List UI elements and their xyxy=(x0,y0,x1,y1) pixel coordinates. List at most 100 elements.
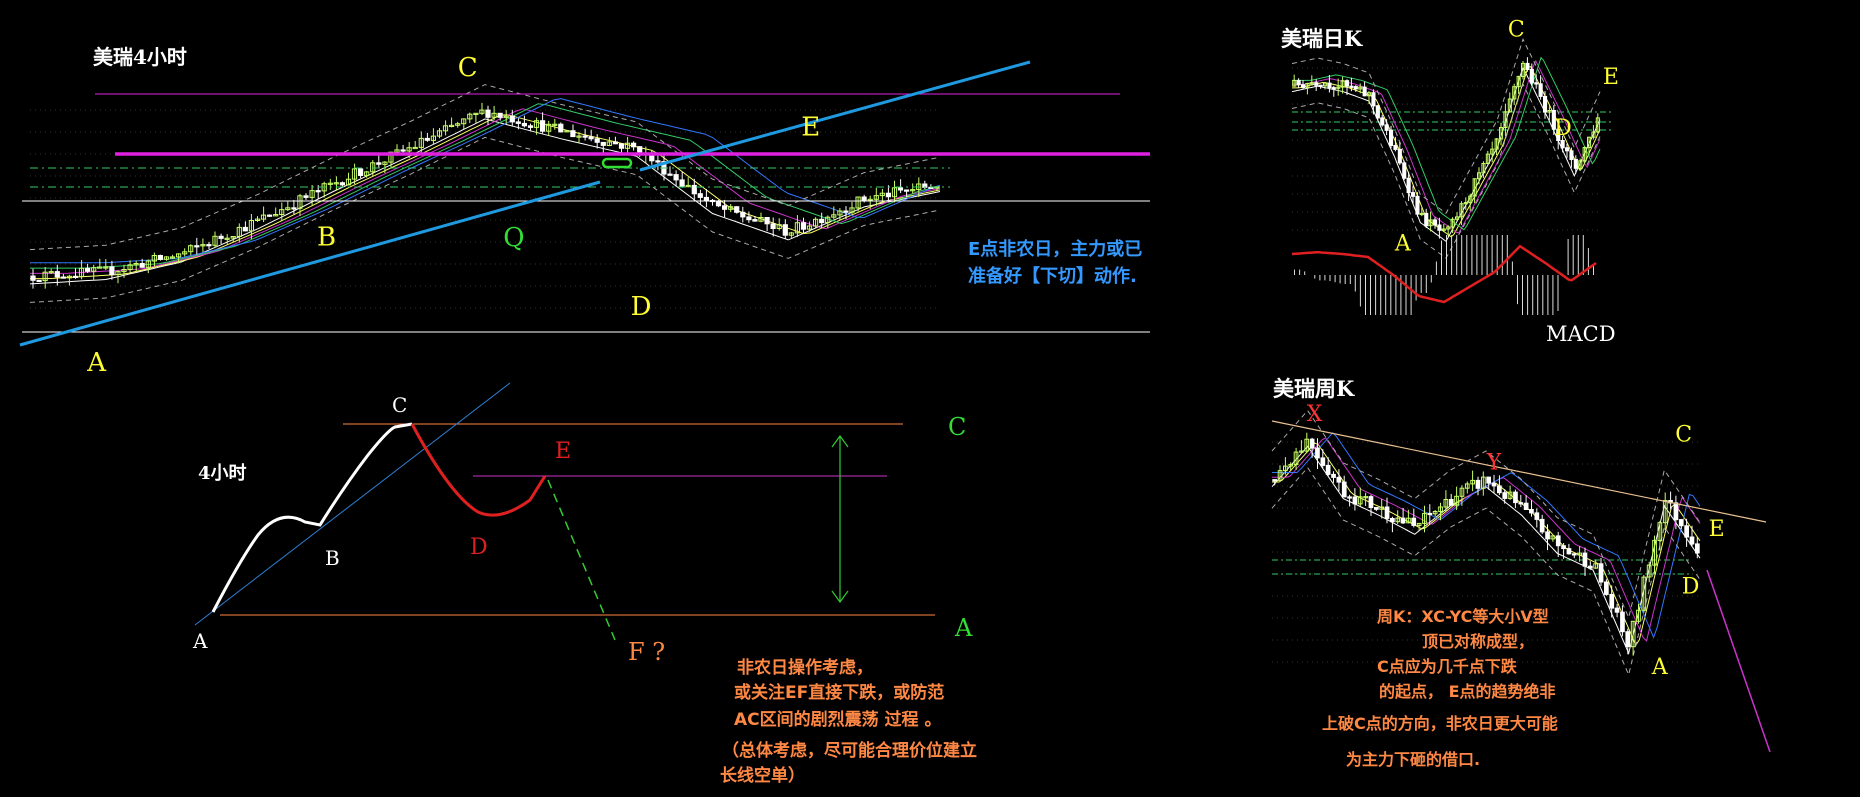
candle-body xyxy=(1393,145,1398,150)
candle-body xyxy=(206,244,212,247)
h4-chart-panel: 美瑞4小时 A B C Q D E E点非农日，主力或已 准备好【下切】动作. xyxy=(19,45,1150,378)
candle-body xyxy=(1545,531,1550,540)
candle-body xyxy=(157,255,164,260)
candle-body xyxy=(358,168,364,176)
candle-body xyxy=(1320,457,1326,466)
weekly-title: 美瑞周K xyxy=(1273,376,1355,401)
candle-body xyxy=(1448,499,1454,506)
schem-title: 4小时 xyxy=(198,463,247,484)
h4-point-labels: A B C Q D E xyxy=(86,53,820,378)
schem-note-line-1: 非农日操作考虑， xyxy=(737,657,873,678)
candle-body xyxy=(36,279,42,282)
candle-body xyxy=(1620,611,1625,633)
candle-body xyxy=(54,271,60,278)
daily-macd-label: MACD xyxy=(1546,322,1616,346)
candle-body xyxy=(1673,502,1679,521)
candle-body xyxy=(1539,518,1545,533)
h4-note-line-2: 准备好【下切】动作. xyxy=(968,265,1137,287)
candle-body xyxy=(1678,519,1684,527)
candle-body xyxy=(582,135,588,138)
candle-body xyxy=(1502,492,1508,499)
candle-body xyxy=(770,223,776,230)
candle-body xyxy=(1534,82,1539,85)
candle-body xyxy=(1384,124,1389,131)
candle-body xyxy=(1609,593,1615,609)
candle-body xyxy=(1565,147,1570,152)
candle-body xyxy=(1362,86,1367,97)
candle-body xyxy=(1347,496,1352,499)
candle-body xyxy=(515,121,521,124)
candle-body xyxy=(339,182,345,186)
point-label-a: A xyxy=(1394,232,1412,257)
schem-label-b: B xyxy=(325,546,340,570)
candle-body xyxy=(618,143,625,149)
point-label-a: A xyxy=(86,348,107,378)
candle-body xyxy=(1588,565,1593,569)
candle-body xyxy=(218,235,224,239)
candle-body xyxy=(1561,545,1566,550)
candle-body xyxy=(1497,485,1502,494)
candle-body xyxy=(424,137,430,141)
point-label-e: E xyxy=(1603,65,1619,90)
schem-level-label-c: C xyxy=(948,413,966,441)
candle-body xyxy=(1525,62,1530,71)
schem-note2-line-1: （总体考虑，尽可能合理价位建立 xyxy=(722,740,977,761)
candle-body xyxy=(1582,552,1588,567)
candle-body xyxy=(1523,502,1529,511)
candle-body xyxy=(764,217,770,225)
candle-body xyxy=(1368,496,1374,509)
candle-body xyxy=(734,206,740,213)
point-label-y: Y xyxy=(1486,451,1502,476)
candle-body xyxy=(1315,447,1320,459)
candle-body xyxy=(1406,177,1411,194)
candle-body xyxy=(1529,68,1534,84)
schem-path-cde xyxy=(410,423,547,517)
candle-body xyxy=(400,149,406,152)
candle-body xyxy=(109,266,115,275)
bollinger-band xyxy=(1271,409,1701,620)
daily-chart-panel: 美瑞日K A C D E MACD xyxy=(1281,18,1619,346)
candle-body xyxy=(1529,509,1534,514)
candle-body xyxy=(1538,83,1543,97)
candle-body xyxy=(1491,482,1497,487)
candle-body xyxy=(1684,525,1690,538)
candle-body xyxy=(752,219,758,222)
candle-body xyxy=(1371,92,1376,107)
candle-body xyxy=(1424,212,1429,227)
candle-body xyxy=(1689,536,1695,545)
daily-macd xyxy=(1291,235,1597,315)
candle-body xyxy=(1437,224,1442,231)
daily-moving-averages xyxy=(1291,37,1601,259)
candle-body xyxy=(1327,82,1332,89)
candle-body xyxy=(1272,479,1278,482)
candle-body xyxy=(1566,548,1572,555)
candle-body xyxy=(782,224,788,236)
point-label-a: A xyxy=(1651,655,1669,680)
candle-body xyxy=(1331,473,1336,478)
candle-body xyxy=(60,276,66,279)
h4-note-line-1: E点非农日，主力或已 xyxy=(968,238,1142,260)
candle-body xyxy=(673,174,679,181)
point-label-d: D xyxy=(631,292,652,322)
candle-body xyxy=(746,216,752,221)
candle-body xyxy=(1411,192,1416,197)
schematic-panel: 4小时 ABCDEF ? C A 非农日操作考虑， 或关注EF直接下跌，或防范 … xyxy=(192,382,977,786)
candle-body xyxy=(1374,507,1379,510)
schem-note-line-3: AC区间的剧烈震荡 过程 。 xyxy=(734,709,941,730)
candle-body xyxy=(509,115,515,123)
candle-body xyxy=(1345,80,1350,87)
candle-body xyxy=(1543,95,1548,113)
candle-body xyxy=(1625,631,1631,648)
candle-body xyxy=(655,160,661,163)
point-label-b: B xyxy=(317,223,336,253)
candle-body xyxy=(1341,481,1347,498)
h4-title: 美瑞4小时 xyxy=(93,45,187,69)
chart-canvas: 美瑞4小时 A B C Q D E E点非农日，主力或已 准备好【下切】动作. 4小时 A… xyxy=(19,18,1771,786)
candle-body xyxy=(1695,543,1700,554)
candle-body xyxy=(1318,84,1323,87)
weekly-projection-line xyxy=(1706,569,1771,753)
point-label-c: C xyxy=(1508,18,1525,43)
candle-body xyxy=(1349,85,1354,88)
candle-body xyxy=(703,196,709,201)
candle-body xyxy=(1433,219,1438,226)
